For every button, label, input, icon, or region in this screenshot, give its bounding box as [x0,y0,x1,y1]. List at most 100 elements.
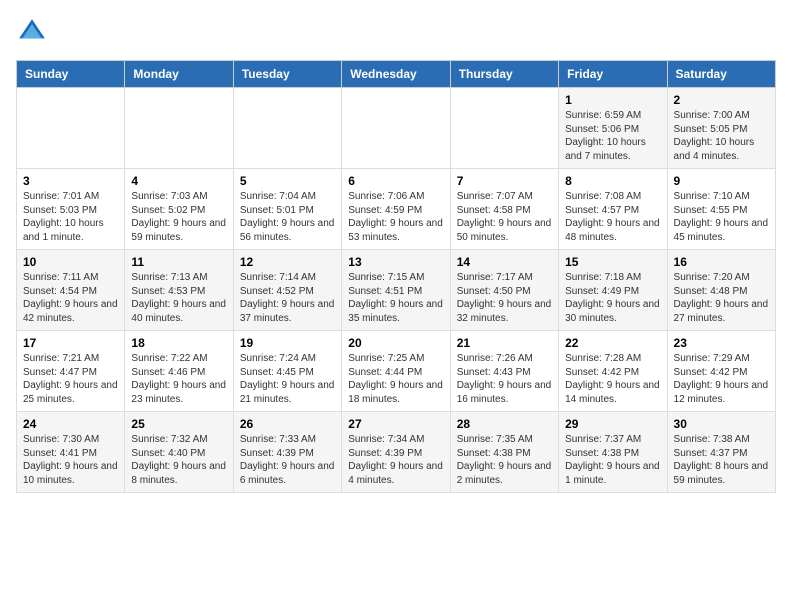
day-number: 25 [131,417,226,431]
calendar-cell [450,88,558,169]
calendar-cell: 29Sunrise: 7:37 AM Sunset: 4:38 PM Dayli… [559,412,667,493]
calendar-cell: 18Sunrise: 7:22 AM Sunset: 4:46 PM Dayli… [125,331,233,412]
calendar-cell [125,88,233,169]
day-number: 12 [240,255,335,269]
calendar-week-row: 24 Sunrise: 7:30 AM Sunset: 4:41 PM Dayli… [17,412,776,493]
calendar-cell: 27 Sunrise: 7:34 AM Sunset: 4:39 PM Dayli… [342,412,450,493]
day-info: Sunrise: 7:20 AM Sunset: 4:48 PM Dayligh… [674,271,769,325]
day-info: Sunrise: 7:07 AM Sunset: 4:58 PM Dayligh… [457,190,552,244]
calendar-cell: 10 Sunrise: 7:11 AM Sunset: 4:54 PM Dayli… [17,250,125,331]
calendar-week-row: 3 Sunrise: 7:01 AM Sunset: 5:03 PM Daylig… [17,169,776,250]
day-number: 2 [674,93,769,107]
calendar-cell: 9 Sunrise: 7:10 AM Sunset: 4:55 PM Daylig… [667,169,775,250]
calendar-cell: 14 Sunrise: 7:17 AM Sunset: 4:50 PM Dayli… [450,250,558,331]
day-info: Sunrise: 7:28 AM Sunset: 4:42 PM Dayligh… [565,352,660,406]
calendar-week-row: 1 Sunrise: 6:59 AM Sunset: 5:06 PM Daylig… [17,88,776,169]
calendar-cell: 25Sunrise: 7:32 AM Sunset: 4:40 PM Dayli… [125,412,233,493]
calendar-cell: 12 Sunrise: 7:14 AM Sunset: 4:52 PM Dayli… [233,250,341,331]
calendar-cell: 13 Sunrise: 7:15 AM Sunset: 4:51 PM Dayli… [342,250,450,331]
day-number: 7 [457,174,552,188]
calendar-table: SundayMondayTuesdayWednesdayThursdayFrid… [16,60,776,493]
day-info: Sunrise: 7:04 AM Sunset: 5:01 PM Dayligh… [240,190,335,244]
day-info: Sunrise: 7:34 AM Sunset: 4:39 PM Dayligh… [348,433,443,487]
day-info: Sunrise: 7:38 AM Sunset: 4:37 PM Dayligh… [674,433,769,487]
day-number: 13 [348,255,443,269]
day-number: 3 [23,174,118,188]
weekday-header: Saturday [667,61,775,88]
calendar-cell [17,88,125,169]
day-number: 4 [131,174,226,188]
day-number: 15 [565,255,660,269]
day-number: 24 [23,417,118,431]
day-info: Sunrise: 7:14 AM Sunset: 4:52 PM Dayligh… [240,271,335,325]
day-info: Sunrise: 7:35 AM Sunset: 4:38 PM Dayligh… [457,433,552,487]
day-info: Sunrise: 7:00 AM Sunset: 5:05 PM Dayligh… [674,109,769,163]
calendar-cell: 24 Sunrise: 7:30 AM Sunset: 4:41 PM Dayli… [17,412,125,493]
day-number: 5 [240,174,335,188]
day-info: Sunrise: 7:21 AM Sunset: 4:47 PM Dayligh… [23,352,118,406]
day-info: Sunrise: 7:01 AM Sunset: 5:03 PM Dayligh… [23,190,118,244]
calendar-cell: 6Sunrise: 7:06 AM Sunset: 4:59 PM Daylig… [342,169,450,250]
calendar-cell: 21 Sunrise: 7:26 AM Sunset: 4:43 PM Dayli… [450,331,558,412]
day-info: Sunrise: 7:26 AM Sunset: 4:43 PM Dayligh… [457,352,552,406]
day-number: 28 [457,417,552,431]
day-number: 21 [457,336,552,350]
day-number: 30 [674,417,769,431]
calendar-cell: 5 Sunrise: 7:04 AM Sunset: 5:01 PM Daylig… [233,169,341,250]
day-number: 18 [131,336,226,350]
day-number: 17 [23,336,118,350]
day-info: Sunrise: 7:24 AM Sunset: 4:45 PM Dayligh… [240,352,335,406]
day-number: 14 [457,255,552,269]
day-number: 19 [240,336,335,350]
day-info: Sunrise: 7:25 AM Sunset: 4:44 PM Dayligh… [348,352,443,406]
page-header [16,16,776,48]
calendar-week-row: 10 Sunrise: 7:11 AM Sunset: 4:54 PM Dayli… [17,250,776,331]
day-number: 27 [348,417,443,431]
day-number: 10 [23,255,118,269]
day-number: 16 [674,255,769,269]
weekday-header: Friday [559,61,667,88]
day-number: 1 [565,93,660,107]
calendar-week-row: 17 Sunrise: 7:21 AM Sunset: 4:47 PM Dayli… [17,331,776,412]
day-number: 26 [240,417,335,431]
day-info: Sunrise: 7:11 AM Sunset: 4:54 PM Dayligh… [23,271,118,325]
calendar-cell: 8Sunrise: 7:08 AM Sunset: 4:57 PM Daylig… [559,169,667,250]
day-info: Sunrise: 7:10 AM Sunset: 4:55 PM Dayligh… [674,190,769,244]
calendar-cell: 28 Sunrise: 7:35 AM Sunset: 4:38 PM Dayli… [450,412,558,493]
calendar-cell: 3 Sunrise: 7:01 AM Sunset: 5:03 PM Daylig… [17,169,125,250]
day-number: 20 [348,336,443,350]
calendar-cell: 4 Sunrise: 7:03 AM Sunset: 5:02 PM Daylig… [125,169,233,250]
day-info: Sunrise: 7:03 AM Sunset: 5:02 PM Dayligh… [131,190,226,244]
logo-icon [16,16,48,48]
calendar-cell: 22 Sunrise: 7:28 AM Sunset: 4:42 PM Dayli… [559,331,667,412]
calendar-cell: 2 Sunrise: 7:00 AM Sunset: 5:05 PM Daylig… [667,88,775,169]
day-info: Sunrise: 7:13 AM Sunset: 4:53 PM Dayligh… [131,271,226,325]
calendar-cell: 20 Sunrise: 7:25 AM Sunset: 4:44 PM Dayli… [342,331,450,412]
calendar-cell: 16 Sunrise: 7:20 AM Sunset: 4:48 PM Dayli… [667,250,775,331]
calendar-cell: 30 Sunrise: 7:38 AM Sunset: 4:37 PM Dayli… [667,412,775,493]
day-number: 8 [565,174,660,188]
day-number: 23 [674,336,769,350]
weekday-header: Thursday [450,61,558,88]
calendar-cell: 26 Sunrise: 7:33 AM Sunset: 4:39 PM Dayli… [233,412,341,493]
day-number: 11 [131,255,226,269]
day-info: Sunrise: 7:33 AM Sunset: 4:39 PM Dayligh… [240,433,335,487]
calendar-cell: 19 Sunrise: 7:24 AM Sunset: 4:45 PM Dayli… [233,331,341,412]
calendar-cell: 15 Sunrise: 7:18 AM Sunset: 4:49 PM Dayli… [559,250,667,331]
day-info: Sunrise: 7:17 AM Sunset: 4:50 PM Dayligh… [457,271,552,325]
day-info: Sunrise: 7:18 AM Sunset: 4:49 PM Dayligh… [565,271,660,325]
calendar-header: SundayMondayTuesdayWednesdayThursdayFrid… [17,61,776,88]
day-number: 9 [674,174,769,188]
logo [16,16,52,48]
calendar-cell [342,88,450,169]
day-number: 22 [565,336,660,350]
day-info: Sunrise: 7:15 AM Sunset: 4:51 PM Dayligh… [348,271,443,325]
day-info: Sunrise: 7:30 AM Sunset: 4:41 PM Dayligh… [23,433,118,487]
calendar-cell [233,88,341,169]
day-info: Sunrise: 6:59 AM Sunset: 5:06 PM Dayligh… [565,109,660,163]
day-number: 29 [565,417,660,431]
day-number: 6 [348,174,443,188]
calendar-body: 1 Sunrise: 6:59 AM Sunset: 5:06 PM Daylig… [17,88,776,493]
calendar-cell: 1 Sunrise: 6:59 AM Sunset: 5:06 PM Daylig… [559,88,667,169]
weekday-header: Monday [125,61,233,88]
